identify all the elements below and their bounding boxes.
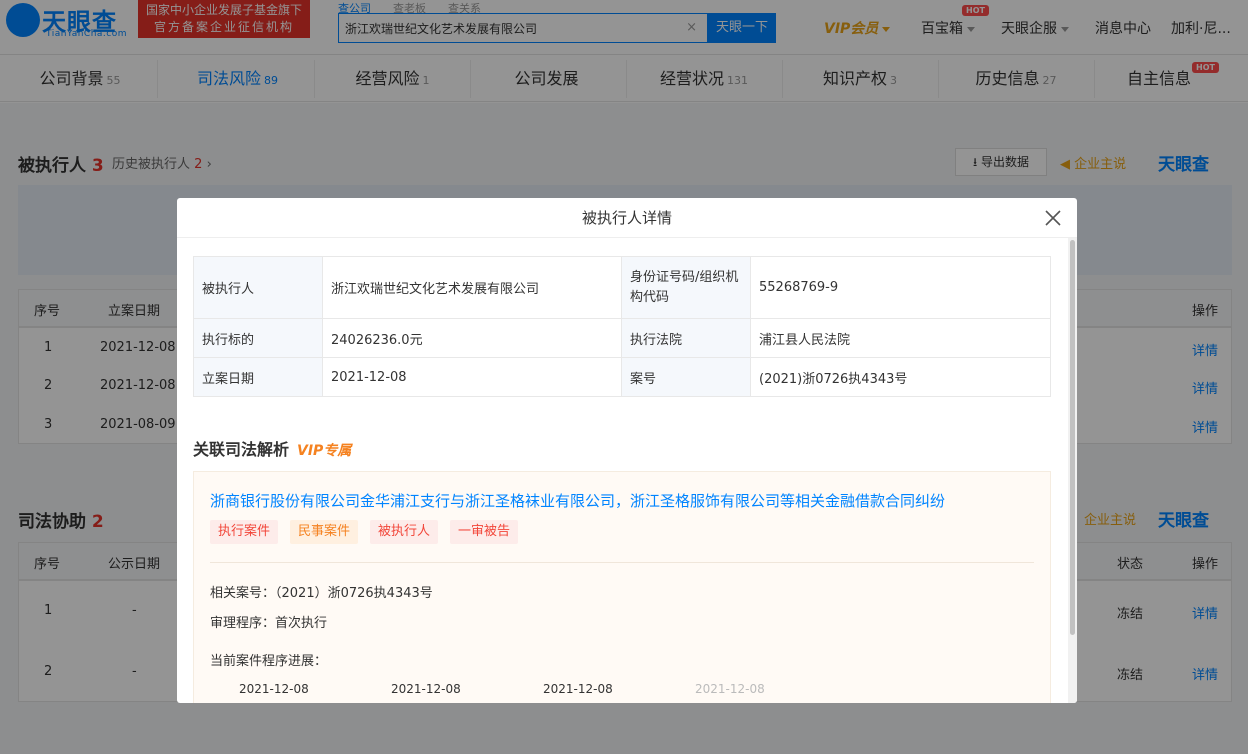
executed-value: 浙江欢瑞世纪文化艺术发展有限公司 <box>322 256 622 319</box>
close-icon[interactable] <box>1043 208 1063 228</box>
court-value: 浦江县人民法院 <box>750 318 1051 358</box>
progress-date: 2021-12-08 <box>695 682 765 696</box>
procedure: 审理程序：首次执行 <box>210 616 328 631</box>
detail-row: 被执行人 浙江欢瑞世纪文化艺术发展有限公司 身份证号码/组织机构代码 55268… <box>193 256 1051 319</box>
detail-row: 执行标的 24026236.0元 执行法院 浦江县人民法院 <box>193 318 1051 358</box>
related-title-text: 关联司法解析 <box>193 440 290 459</box>
case-no-value: (2021)浙0726执4343号 <box>750 357 1051 397</box>
court-label: 执行法院 <box>621 318 751 358</box>
case-tag: 执行案件 <box>210 520 279 544</box>
progress-date: 2021-12-08 <box>239 682 309 696</box>
case-title-link[interactable]: 浙商银行股份有限公司金华浦江支行与浙江圣格袜业有限公司，浙江圣格服饰有限公司等相… <box>210 490 945 511</box>
id-value: 55268769-9 <box>750 256 1051 319</box>
related-case-card: 浙商银行股份有限公司金华浦江支行与浙江圣格袜业有限公司，浙江圣格服饰有限公司等相… <box>193 471 1051 703</box>
modal-scrollbar[interactable] <box>1068 238 1077 703</box>
divider <box>210 562 1034 563</box>
progress-date: 2021-12-08 <box>543 682 613 696</box>
case-tag: 民事案件 <box>290 520 359 544</box>
target-value: 24026236.0元 <box>322 318 622 358</box>
executed-detail-modal: 被执行人详情 被执行人 浙江欢瑞世纪文化艺术发展有限公司 身份证号码/组织机构代… <box>177 198 1077 703</box>
case-tag: 一审被告 <box>450 520 519 544</box>
related-judicial-title: 关联司法解析 VIP专属 <box>193 436 351 460</box>
detail-table: 被执行人 浙江欢瑞世纪文化艺术发展有限公司 身份证号码/组织机构代码 55268… <box>193 256 1051 397</box>
scrollbar-thumb[interactable] <box>1070 240 1075 635</box>
progress-label: 当前案件程序进展： <box>210 654 328 669</box>
case-tag: 被执行人 <box>370 520 439 544</box>
detail-row: 立案日期 2021-12-08 案号 (2021)浙0726执4343号 <box>193 357 1051 397</box>
executed-label: 被执行人 <box>193 256 323 319</box>
id-label: 身份证号码/组织机构代码 <box>621 256 751 319</box>
modal-title: 被执行人详情 <box>177 198 1077 238</box>
vip-exclusive-badge: VIP专属 <box>297 443 352 459</box>
filing-date-value: 2021-12-08 <box>322 357 622 397</box>
progress-date: 2021-12-08 <box>391 682 461 696</box>
case-no-label: 案号 <box>621 357 751 397</box>
related-case-no: 相关案号：（2021）浙0726执4343号 <box>210 586 433 601</box>
target-label: 执行标的 <box>193 318 323 358</box>
filing-date-label: 立案日期 <box>193 357 323 397</box>
